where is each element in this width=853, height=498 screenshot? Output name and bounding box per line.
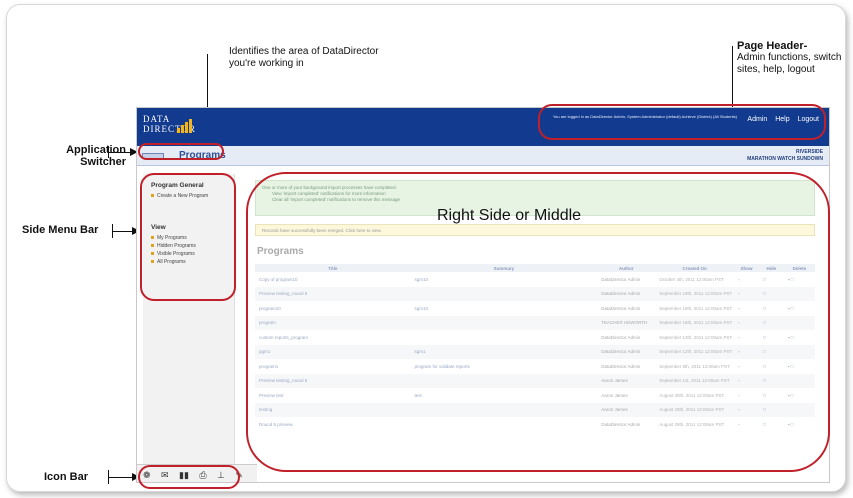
side-menu-highlight bbox=[140, 173, 236, 301]
app-switcher-pointer-tick bbox=[108, 146, 109, 158]
site-name: RIVERSIDE bbox=[796, 149, 823, 155]
side-menu-pointer-tick bbox=[112, 224, 113, 238]
site-switcher[interactable]: RIVERSIDE MARATHON WATCH SUNDOWN bbox=[747, 149, 823, 163]
site-subtitle: MARATHON WATCH SUNDOWN bbox=[747, 156, 823, 162]
icon-bar-highlight bbox=[138, 465, 240, 489]
main-area-highlight bbox=[246, 172, 830, 472]
header-pointer-line bbox=[732, 46, 733, 108]
datadirector-logo: DATA DIRECTOR bbox=[143, 114, 196, 134]
area-annotation: Identifies the area of DataDirector you'… bbox=[229, 46, 379, 69]
app-switcher-annotation: Application Switcher bbox=[66, 144, 126, 168]
page-header-annotation-desc: Admin functions, switch sites, help, log… bbox=[737, 52, 842, 75]
icon-bar-annotation: Icon Bar bbox=[44, 471, 89, 483]
logo-bars-icon bbox=[177, 115, 193, 133]
section-bar: Programs RIVERSIDE MARATHON WATCH SUNDOW… bbox=[137, 146, 829, 166]
icon-bar-pointer-tick bbox=[108, 470, 109, 484]
header-highlight bbox=[538, 104, 826, 140]
page-header-annotation-title: Page Header- bbox=[737, 40, 808, 52]
app-switcher-highlight bbox=[138, 143, 224, 160]
page-header-annotation: Page Header- Admin functions, switch sit… bbox=[737, 40, 849, 76]
side-menu-annotation: Side Menu Bar bbox=[22, 224, 99, 236]
